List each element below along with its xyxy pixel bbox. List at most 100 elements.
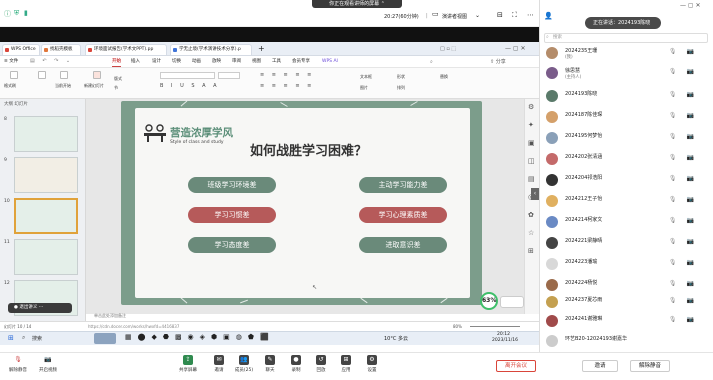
design-icon[interactable]: ◫ [528, 157, 535, 165]
info-icon[interactable]: ⓘ [4, 9, 11, 19]
new-tab-button[interactable]: + [258, 44, 265, 53]
apps-button[interactable]: ⊞ 应用 [334, 355, 358, 373]
mic-camera-icons[interactable]: 🎙📷 [669, 196, 704, 203]
participant-row[interactable]: 2024241谢雅琳 🎙📷 [544, 314, 710, 328]
layout-icon[interactable]: ⊟ [497, 11, 503, 19]
more-icon[interactable]: ⋯ [527, 11, 534, 19]
star-icon[interactable]: ☆ [528, 229, 534, 237]
new-slide-button[interactable]: 新建幻灯片 [84, 83, 104, 89]
mic-camera-icons[interactable]: 🎙📷 [669, 133, 704, 140]
section-button[interactable]: 节 [114, 85, 118, 91]
notes-placeholder[interactable]: 单击此处添加备注 [94, 313, 126, 319]
participant-row[interactable]: 2024204祁浩阳 🎙📷 [544, 173, 710, 187]
arrange-button[interactable]: 排列 [397, 85, 405, 91]
chevron-down-icon[interactable]: ⌄ [475, 12, 480, 19]
person-icon[interactable]: 👤 [544, 12, 553, 20]
mic-camera-icons[interactable]: 🎙📷 [669, 280, 704, 287]
menu-insert[interactable]: 插入 [131, 58, 140, 66]
window-buttons[interactable]: — ▢ ✕ [680, 2, 701, 9]
chat-button[interactable]: ✎ 聊天 [258, 355, 282, 373]
slide-thumbnail[interactable] [14, 157, 78, 193]
shield-icon[interactable]: ⛨ [14, 9, 19, 18]
outline-tab[interactable]: 大纲 幻灯片 [4, 101, 28, 107]
menu-review[interactable]: 审阅 [232, 58, 241, 66]
participant-row[interactable]: 徐思慧 (主持人) 🎙📷 [544, 66, 710, 80]
floating-widget[interactable] [500, 296, 524, 308]
collapse-panel-arrow-icon[interactable]: ‹ [531, 188, 539, 200]
participant-row[interactable]: 2024195何梦怡 🎙📷 [544, 131, 710, 145]
participant-row[interactable]: 2024224杨悦 🎙📷 [544, 278, 710, 292]
share-button[interactable]: ⇪ 分享 [490, 58, 506, 65]
video-toggle[interactable]: 📷 开启视频 [36, 355, 60, 373]
window-buttons[interactable]: — ▢ ✕ [505, 45, 526, 52]
menu-member[interactable]: 会员专享 [292, 58, 310, 66]
layers-icon[interactable]: ▤ [528, 175, 535, 183]
transition-icon[interactable]: ▣ [528, 139, 535, 147]
menu-transition[interactable]: 切换 [172, 58, 181, 66]
participant-row[interactable]: 2024214柯家文 🎙📷 [544, 215, 710, 229]
floating-chat-toggle[interactable]: ● 退出讲义 ⋯ [8, 303, 72, 313]
signal-icon[interactable]: ▮ [24, 9, 28, 17]
mic-camera-icons[interactable]: 🎙📷 [669, 48, 704, 55]
presenter-view-icon[interactable]: ▭ [432, 10, 439, 18]
replace-button[interactable]: 替换 [440, 74, 448, 80]
members-button[interactable]: 👥 成员(25) [232, 355, 256, 373]
participant-row[interactable]: 2024193陈晓 🎙📷 [544, 89, 710, 103]
slide-thumbnail[interactable] [14, 116, 78, 152]
shape-button[interactable]: 形状 [397, 74, 405, 80]
mic-camera-icons[interactable]: 🎙📷 [669, 91, 704, 98]
mic-camera-icons[interactable]: 🎙📷 [669, 175, 704, 182]
new-slide-icon[interactable] [93, 71, 101, 79]
menu-view[interactable]: 视图 [252, 58, 261, 66]
cut-icon[interactable] [38, 71, 46, 79]
menu-tools[interactable]: 工具 [272, 58, 281, 66]
mic-camera-icons[interactable]: 🎙📷 [669, 297, 704, 304]
mic-camera-icons[interactable]: 🎙📷 [669, 316, 704, 323]
taskbar-search[interactable]: 搜索 [32, 335, 42, 342]
participant-row[interactable]: 2024235王珊 (我) 🎙📷 [544, 46, 710, 60]
mic-camera-icons[interactable]: 🎙📷 [669, 68, 704, 75]
font-size-select[interactable] [218, 72, 240, 79]
presenter-view-button[interactable]: 演讲者视图 [442, 13, 467, 20]
search-icon[interactable]: ⌕ [22, 334, 25, 342]
leave-meeting-button[interactable]: 离开会议 [496, 360, 536, 372]
taskbar-apps[interactable]: ▦⬤◆⬣▩◉◈⬢▣◍⬟⬛ [125, 333, 275, 341]
slide-thumbnail-selected[interactable] [14, 198, 78, 234]
textbox-button[interactable]: 文本框 [360, 74, 372, 80]
font-select[interactable] [160, 72, 215, 79]
participant-search[interactable]: 搜索 [544, 33, 708, 43]
tab-wps-office[interactable]: WPS Office [2, 44, 40, 55]
settings-button[interactable]: ⚙ 设置 [360, 355, 384, 373]
menu-wps-ai[interactable]: WPS AI [322, 58, 338, 66]
participant-row[interactable]: 2024187陈佳琛 🎙📷 [544, 110, 710, 124]
participant-row[interactable]: 2024221梁静晴 🎙📷 [544, 236, 710, 250]
invite-button[interactable]: ✉ 邀请 [207, 355, 231, 373]
share-screen-button[interactable]: ⇪ 共享屏幕 [176, 355, 200, 373]
tab-document-2[interactable]: 学无止境(学术演讲技术分享).p [170, 44, 252, 55]
format-painter-button[interactable]: 格式刷 [4, 83, 16, 89]
paragraph-buttons[interactable]: ≡ ≡ ≡ ≡ ≡ [260, 72, 314, 78]
grid-icon[interactable]: ⊞ [528, 247, 534, 255]
mute-toggle[interactable]: 🎙 解除静音 [6, 355, 30, 373]
zoom-slider[interactable] [470, 326, 520, 327]
mic-camera-icons[interactable]: 🎙📷 [669, 112, 704, 119]
paste-icon[interactable] [10, 71, 18, 79]
from-current-button[interactable]: 当前开始 [55, 83, 71, 89]
slide-thumbnail[interactable] [14, 239, 78, 275]
font-style-buttons[interactable]: B I U S A A [160, 83, 220, 89]
animation-icon[interactable]: ✦ [528, 121, 534, 129]
mic-camera-icons[interactable]: 🎙📷 [669, 238, 704, 245]
tab-template[interactable]: 找稻壳模板 [41, 44, 81, 55]
properties-icon[interactable]: ⚙ [528, 103, 534, 111]
fullscreen-icon[interactable]: ⛶ [512, 11, 517, 20]
mic-camera-icons[interactable]: 🎙📷 [669, 259, 704, 266]
mic-camera-icons[interactable]: 🎙📷 [669, 217, 704, 224]
participant-row[interactable]: 环艺B20-12024193谢嘉华 [544, 334, 710, 348]
gift-icon[interactable]: ✿ [528, 211, 534, 219]
tab-document-1[interactable]: 环境面试报告(学术文PPT).pp [85, 44, 167, 55]
zoom-level[interactable]: 80% [453, 324, 462, 329]
current-start-icon[interactable] [60, 71, 68, 79]
windows-start-icon[interactable]: ⊞ [8, 334, 14, 342]
menu-animation[interactable]: 动画 [192, 58, 201, 66]
taskbar-thumbnail[interactable] [94, 333, 116, 344]
